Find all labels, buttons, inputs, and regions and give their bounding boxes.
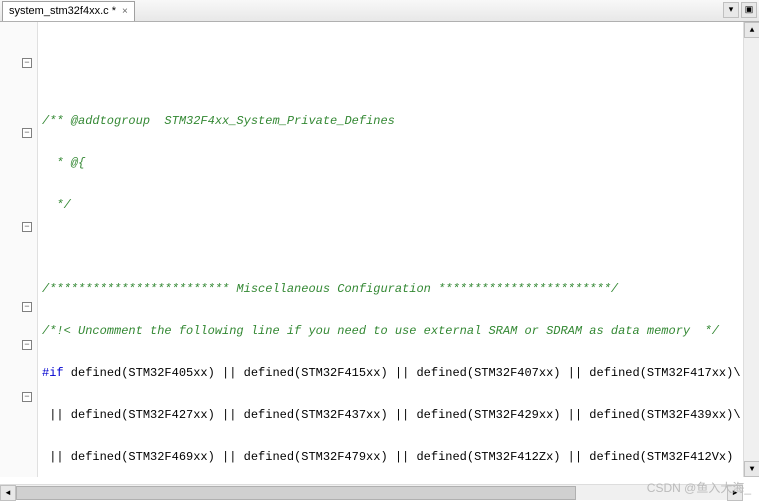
scroll-left-icon[interactable]: ◄ [0,485,16,501]
blank-line [42,240,755,254]
preproc: #if [42,366,64,380]
editor-area: − − − − − − /** @addtogroup STM32F4xx_Sy… [0,22,759,477]
fold-toggle[interactable]: − [22,222,32,232]
fold-toggle[interactable]: − [22,58,32,68]
tab-bar: system_stm32f4xx.c * × [0,0,759,22]
code-text: || defined(STM32F469xx) || defined(STM32… [42,450,733,464]
fold-toggle[interactable]: − [22,128,32,138]
fold-toggle[interactable]: − [22,302,32,312]
scroll-thumb[interactable] [16,486,576,500]
code-text: defined(STM32F405xx) || defined(STM32F41… [64,366,741,380]
fold-toggle[interactable]: − [22,340,32,350]
comment: */ [42,198,71,212]
comment: /************************* Miscellaneous… [42,282,618,296]
scroll-up-icon[interactable]: ▲ [744,22,759,38]
fold-gutter: − − − − − − [0,22,38,477]
fold-toggle[interactable]: − [22,392,32,402]
comment: /** @addtogroup STM32F4xx_System_Private… [42,114,395,128]
scroll-down-icon[interactable]: ▼ [744,461,759,477]
vertical-scrollbar[interactable]: ▲ ▼ [743,22,759,477]
horizontal-scrollbar[interactable]: ◄ ► [0,484,743,500]
comment: /*!< Uncomment the following line if you… [42,324,719,338]
file-tab[interactable]: system_stm32f4xx.c * × [2,1,135,21]
dropdown-icon[interactable]: ▾ [723,2,739,18]
properties-icon[interactable]: ▣ [741,2,757,18]
scroll-right-icon[interactable]: ► [727,485,743,501]
tab-title: system_stm32f4xx.c * [9,5,116,17]
code-text: || defined(STM32F427xx) || defined(STM32… [42,408,741,422]
close-icon[interactable]: × [122,6,128,17]
comment: * @{ [42,156,85,170]
toolbar-right: ▾ ▣ [723,2,757,18]
code-content[interactable]: /** @addtogroup STM32F4xx_System_Private… [38,22,759,477]
